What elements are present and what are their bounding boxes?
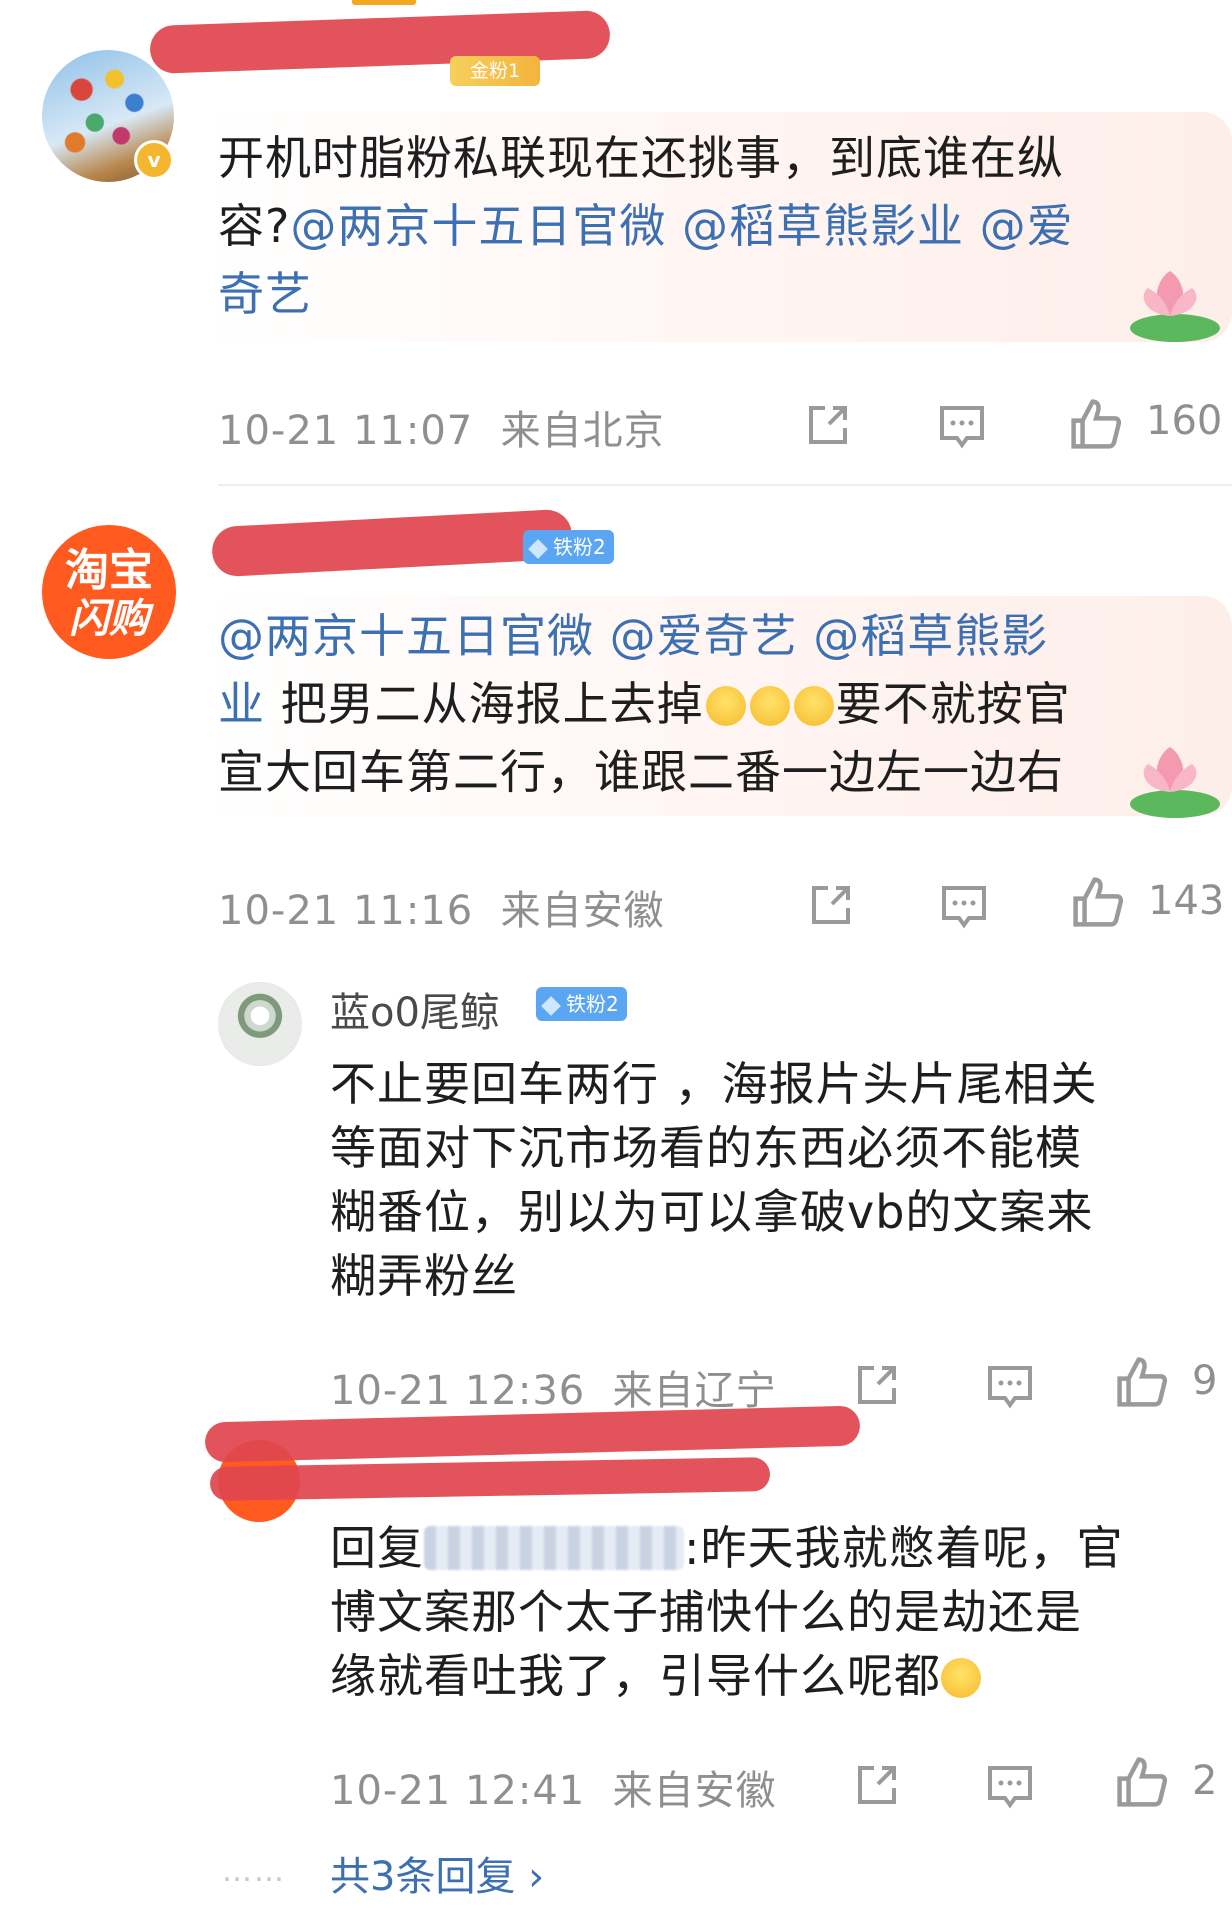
- mention-link[interactable]: @两京十五日官微: [218, 609, 594, 663]
- divider: [218, 484, 1232, 486]
- mention-link[interactable]: @稻草熊影: [813, 609, 1048, 663]
- share-icon[interactable]: [803, 400, 853, 450]
- comment-icon[interactable]: [985, 1362, 1035, 1412]
- like-icon[interactable]: [1070, 874, 1126, 930]
- comment-icon[interactable]: [985, 1762, 1035, 1812]
- comment-icon[interactable]: [937, 402, 987, 452]
- redacted-username: [149, 9, 611, 75]
- reply-text: 不止要回车两行 ，海报片头片尾相关 等面对下沉市场看的东西必须不能模 糊番位，别…: [330, 1057, 1098, 1303]
- like-count: 2: [1192, 1758, 1218, 1804]
- like-icon[interactable]: [1114, 1354, 1170, 1410]
- mention-link[interactable]: 奇艺: [218, 267, 312, 321]
- redacted-username: [210, 508, 574, 578]
- redacted-username: [204, 1405, 861, 1463]
- reply-meta: 10-21 12:41 来自安徽: [330, 1768, 777, 1814]
- comment-meta: 10-21 11:16 来自安徽: [218, 888, 665, 934]
- fan-gem-icon: [528, 538, 548, 559]
- fan-badge: 铁粉2: [523, 530, 614, 564]
- like-count: 160: [1146, 398, 1223, 444]
- verified-badge-icon: v: [134, 140, 174, 180]
- mention-link[interactable]: @爱: [980, 199, 1074, 253]
- comment-text: 开机时脂粉私联现在还挑事，到底谁在纵 容?@两京十五日官微 @稻草熊影业 @爱 …: [218, 131, 1074, 321]
- mention-link[interactable]: @稻草熊影业: [682, 199, 964, 253]
- share-icon[interactable]: [852, 1760, 902, 1810]
- username[interactable]: 蓝o0尾鲸: [330, 980, 500, 1038]
- share-icon[interactable]: [806, 880, 856, 930]
- hug-emoji-icon: [705, 686, 746, 726]
- reply-meta: 10-21 12:36 来自辽宁: [330, 1368, 777, 1414]
- thinking-emoji-icon: [941, 1658, 981, 1698]
- reply-text: 回复:昨天我就憋着呢，官 博文案那个太子捕快什么的是劫还是 缘就看吐我了，引导什…: [330, 1521, 1124, 1703]
- comment-text: @两京十五日官微 @爱奇艺 @稻草熊影 业 把男二从海报上去掉 要不就按官 宣大回…: [218, 609, 1071, 799]
- comment-meta: 10-21 11:07 来自北京: [218, 408, 665, 454]
- dots-separator: ……: [222, 1854, 286, 1889]
- lotus-decoration-icon: [1130, 747, 1220, 818]
- fan-badge: 铁粉2: [536, 987, 627, 1021]
- top-edge-fragment: [352, 0, 416, 5]
- like-count: 143: [1148, 878, 1225, 924]
- lotus-decoration-icon: [1130, 271, 1220, 342]
- share-icon[interactable]: [852, 1360, 902, 1410]
- hug-emoji-icon: [749, 686, 790, 726]
- mention-link[interactable]: 业: [218, 677, 265, 731]
- more-replies-link[interactable]: 共3条回复 ›: [330, 1844, 544, 1902]
- avatar[interactable]: [218, 982, 302, 1066]
- blurred-username: [424, 1526, 684, 1570]
- like-count: 9: [1192, 1358, 1218, 1404]
- fan-badge: 金粉1: [450, 56, 540, 86]
- like-icon[interactable]: [1114, 1754, 1170, 1810]
- hug-emoji-icon: [793, 686, 834, 726]
- avatar[interactable]: 淘宝 闪购: [42, 525, 176, 659]
- mention-link[interactable]: @爱奇艺: [610, 609, 798, 663]
- like-icon[interactable]: [1068, 396, 1124, 452]
- mention-link[interactable]: @两京十五日官微: [290, 199, 666, 253]
- comment-icon[interactable]: [939, 882, 989, 932]
- fan-gem-icon: [541, 995, 561, 1016]
